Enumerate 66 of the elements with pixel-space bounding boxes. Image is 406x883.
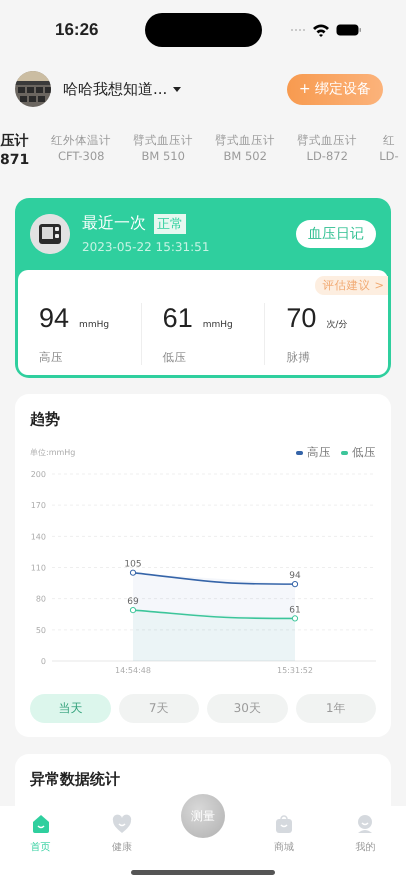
reading-unit: mmHg xyxy=(202,320,233,330)
data-label: 69 xyxy=(127,597,139,608)
tab-item[interactable]: 商城 xyxy=(244,806,325,854)
range-tab[interactable]: 1年 xyxy=(296,694,376,723)
unit-label: 单位:mmHg xyxy=(30,447,76,458)
y-tick-label: 170 xyxy=(30,501,46,510)
y-tick-label: 200 xyxy=(30,470,46,479)
device-model[interactable]: LD-872 xyxy=(306,148,348,164)
monitor-icon xyxy=(30,214,70,254)
reading-label: 脉搏 xyxy=(286,350,312,365)
reading-value: 61 xyxy=(162,303,193,334)
status-time: 16:26 xyxy=(55,20,98,40)
reading-unit: mmHg xyxy=(79,320,110,330)
measure-time: 2023-05-22 15:31:51 xyxy=(82,240,210,254)
device-name[interactable]: 压计 xyxy=(0,132,29,151)
reading-value: 94 xyxy=(39,303,70,334)
latest-title: 最近一次 xyxy=(82,213,146,234)
data-point xyxy=(130,607,136,614)
device-model[interactable]: LD- xyxy=(379,148,399,164)
device-name[interactable]: 红外体温计 xyxy=(51,132,112,148)
device-model[interactable]: BM 502 xyxy=(224,148,267,164)
x-tick-label: 15:31:52 xyxy=(277,666,313,675)
data-point xyxy=(292,581,298,588)
y-tick-label: 110 xyxy=(30,564,46,572)
device-name[interactable]: 臂式血压计 xyxy=(133,132,194,148)
card-title: 异常数据统计 xyxy=(30,770,121,789)
bind-device-button[interactable]: + 绑定设备 xyxy=(286,74,383,104)
tab-item[interactable]: 首页 xyxy=(0,806,82,854)
device-name[interactable]: 红 xyxy=(382,132,395,148)
y-tick-label: 50 xyxy=(36,626,46,635)
house-icon[interactable] xyxy=(30,814,51,834)
diary-button[interactable]: 血压日记 xyxy=(296,220,376,248)
device-model[interactable]: BM 510 xyxy=(142,148,185,164)
reading-label: 低压 xyxy=(162,350,188,365)
tab-item[interactable]: 我的 xyxy=(324,806,406,854)
data-point xyxy=(292,615,298,622)
data-label: 94 xyxy=(289,571,301,582)
caret-icon[interactable] xyxy=(173,86,182,92)
range-tab[interactable]: 当天 xyxy=(30,694,110,723)
reading-value: 70 xyxy=(286,303,316,334)
tab-item[interactable]: 健康 xyxy=(81,806,162,854)
device-name[interactable]: 臂式血压计 xyxy=(297,132,358,148)
user-name[interactable]: 哈哈我想知道... xyxy=(63,80,168,98)
bag-icon[interactable] xyxy=(274,814,294,834)
range-tab[interactable]: 30天 xyxy=(207,694,288,723)
legend-label: 低压 xyxy=(352,445,376,460)
heart-icon[interactable] xyxy=(112,814,132,834)
reading-label: 高压 xyxy=(39,350,64,365)
x-tick-label: 14:54:48 xyxy=(115,666,151,675)
battery-icon xyxy=(336,24,362,36)
card-title: 趋势 xyxy=(30,410,61,429)
y-tick-label: 0 xyxy=(40,657,46,666)
device-model[interactable]: 871 xyxy=(0,151,30,170)
wifi-icon xyxy=(312,23,330,37)
status-badge: 正常 xyxy=(154,214,186,234)
data-point xyxy=(130,570,136,576)
y-tick-label: 140 xyxy=(30,532,46,542)
data-label: 105 xyxy=(124,560,142,570)
device-model[interactable]: CFT-308 xyxy=(58,148,104,164)
advice-tag[interactable]: 评估建议 > xyxy=(314,276,388,295)
device-name[interactable]: 臂式血压计 xyxy=(215,132,276,148)
reading-unit: 次/分 xyxy=(326,318,348,331)
range-tab[interactable]: 7天 xyxy=(118,694,199,723)
y-tick-label: 80 xyxy=(36,594,46,604)
data-label: 61 xyxy=(289,605,301,616)
legend-label: 高压 xyxy=(307,445,331,460)
